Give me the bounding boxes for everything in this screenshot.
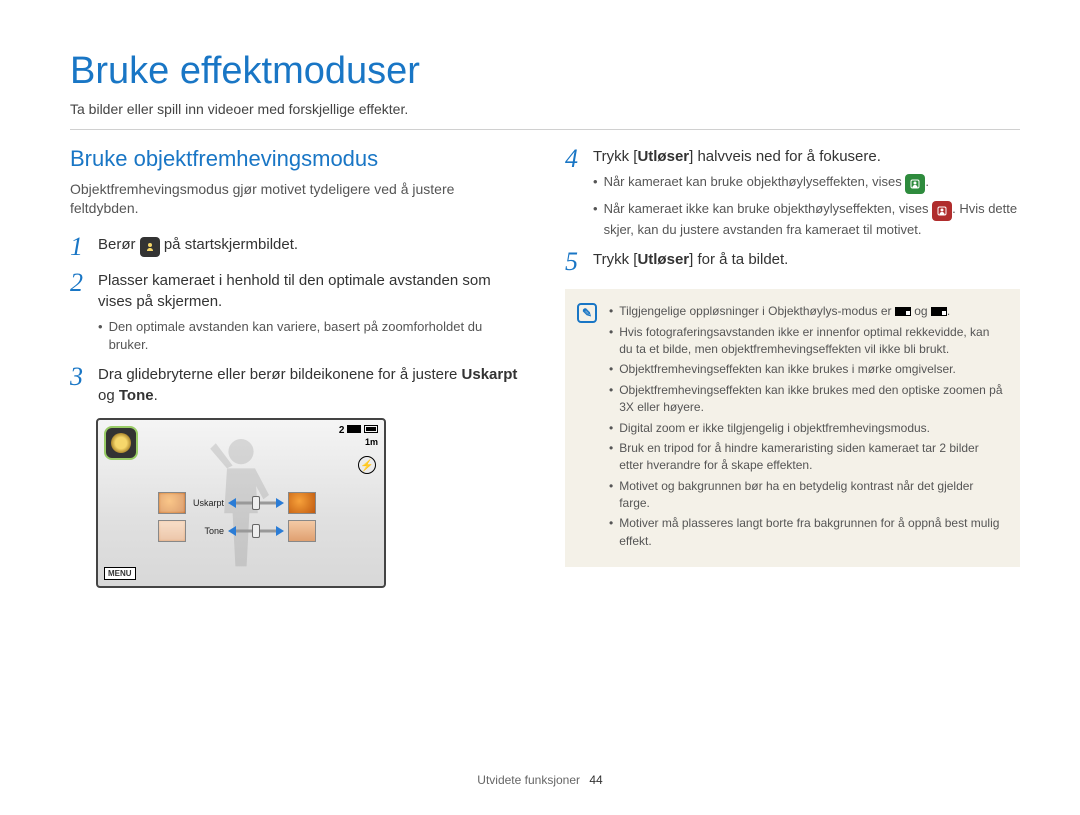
step-number: 3 bbox=[70, 364, 88, 406]
step-3: 3 Dra glidebryterne eller berør bildeiko… bbox=[70, 364, 525, 406]
step-number: 5 bbox=[565, 249, 583, 275]
step3-bold-uskarpt: Uskarpt bbox=[462, 366, 518, 383]
step4-sub2: Når kameraet ikke kan bruke objekthøylys… bbox=[593, 200, 1020, 239]
note-3: Objektfremhevingseffekten kan ikke bruke… bbox=[609, 361, 1004, 378]
step4-sub1: Når kameraet kan bruke objekthøylyseffek… bbox=[593, 173, 1020, 194]
arrow-left-icon bbox=[228, 498, 236, 508]
slider-handle[interactable] bbox=[252, 496, 260, 510]
slider-track[interactable] bbox=[228, 524, 284, 538]
step2-text: Plasser kameraet i henhold til den optim… bbox=[98, 272, 491, 310]
resolution-1m-icon bbox=[931, 307, 947, 316]
slider-track[interactable] bbox=[228, 496, 284, 510]
thumb-left-icon bbox=[158, 492, 186, 514]
camera-preview: 2 1m ⚡ Uskarpt bbox=[96, 418, 386, 588]
step5-b: Utløser bbox=[637, 251, 689, 268]
slider-label: Uskarpt bbox=[190, 498, 224, 508]
mode-icon bbox=[104, 426, 138, 460]
arrow-right-icon bbox=[276, 526, 284, 536]
step-number: 1 bbox=[70, 234, 88, 260]
page-subtitle: Ta bilder eller spill inn videoer med fo… bbox=[70, 101, 1020, 117]
thumb-right-icon bbox=[288, 520, 316, 542]
divider bbox=[70, 129, 1020, 130]
thumb-left-icon bbox=[158, 520, 186, 542]
step-1: 1 Berør på startskjermbildet. bbox=[70, 234, 525, 260]
section-desc: Objektfremhevingsmodus gjør motivet tyde… bbox=[70, 180, 525, 218]
status-indicators: 2 1m bbox=[339, 424, 378, 449]
step-2: 2 Plasser kameraet i henhold til den opt… bbox=[70, 270, 525, 354]
note-icon: ✎ bbox=[577, 303, 597, 323]
resolution-label: 1m bbox=[339, 437, 378, 449]
step3-text-a: Dra glidebryterne eller berør bildeikone… bbox=[98, 366, 462, 383]
step-4: 4 Trykk [Utløser] halvveis ned for å fok… bbox=[565, 146, 1020, 239]
arrow-left-icon bbox=[228, 526, 236, 536]
note-1: Tilgjengelige oppløsninger i Objekthøyly… bbox=[609, 303, 1004, 320]
step5-c: ] for å ta bildet. bbox=[689, 251, 788, 268]
page-number: 44 bbox=[589, 773, 602, 787]
step5-a: Trykk [ bbox=[593, 251, 637, 268]
object-highlight-mode-icon bbox=[140, 237, 160, 257]
step4-b: Utløser bbox=[637, 148, 689, 165]
note-box: ✎ Tilgjengelige oppløsninger i Objekthøy… bbox=[565, 289, 1020, 567]
step-number: 4 bbox=[565, 146, 583, 239]
focus-fail-icon bbox=[932, 201, 952, 221]
step3-text-c: og bbox=[98, 387, 119, 404]
note-6: Bruk en tripod for å hindre kameraristin… bbox=[609, 440, 1004, 475]
note-5: Digital zoom er ikke tilgjengelig i obje… bbox=[609, 420, 1004, 437]
slider-uskarpt[interactable]: Uskarpt bbox=[158, 492, 316, 514]
footer: Utvidete funksjoner 44 bbox=[0, 773, 1080, 787]
focus-ok-icon bbox=[905, 174, 925, 194]
slider-tone[interactable]: Tone bbox=[158, 520, 316, 542]
step2-sub: Den optimale avstanden kan variere, base… bbox=[98, 318, 525, 354]
left-column: Bruke objektfremhevingsmodus Objektfremh… bbox=[70, 146, 525, 588]
menu-button[interactable]: MENU bbox=[104, 567, 136, 580]
footer-section: Utvidete funksjoner bbox=[477, 773, 580, 787]
step3-bold-tone: Tone bbox=[119, 387, 154, 404]
step-number: 2 bbox=[70, 270, 88, 354]
step1-text-b: på startskjermbildet. bbox=[164, 236, 298, 253]
step3-text-e: . bbox=[154, 387, 158, 404]
page-title: Bruke effektmoduser bbox=[70, 50, 1020, 93]
right-column: 4 Trykk [Utløser] halvveis ned for å fok… bbox=[565, 146, 1020, 588]
note-2: Hvis fotograferingsavstanden ikke er inn… bbox=[609, 324, 1004, 359]
step1-text-a: Berør bbox=[98, 236, 140, 253]
flash-icon: ⚡ bbox=[358, 456, 376, 474]
note-4: Objektfremhevingseffekten kan ikke bruke… bbox=[609, 382, 1004, 417]
step4-c: ] halvveis ned for å fokusere. bbox=[689, 148, 881, 165]
arrow-right-icon bbox=[276, 498, 284, 508]
slider-handle[interactable] bbox=[252, 524, 260, 538]
step-5: 5 Trykk [Utløser] for å ta bildet. bbox=[565, 249, 1020, 275]
resolution-3m-icon bbox=[895, 307, 911, 316]
slider-label: Tone bbox=[190, 526, 224, 536]
section-title: Bruke objektfremhevingsmodus bbox=[70, 146, 525, 172]
note-7: Motivet og bakgrunnen bør ha en betydeli… bbox=[609, 478, 1004, 513]
thumb-right-icon bbox=[288, 492, 316, 514]
step4-a: Trykk [ bbox=[593, 148, 637, 165]
note-8: Motiver må plasseres langt borte fra bak… bbox=[609, 515, 1004, 550]
